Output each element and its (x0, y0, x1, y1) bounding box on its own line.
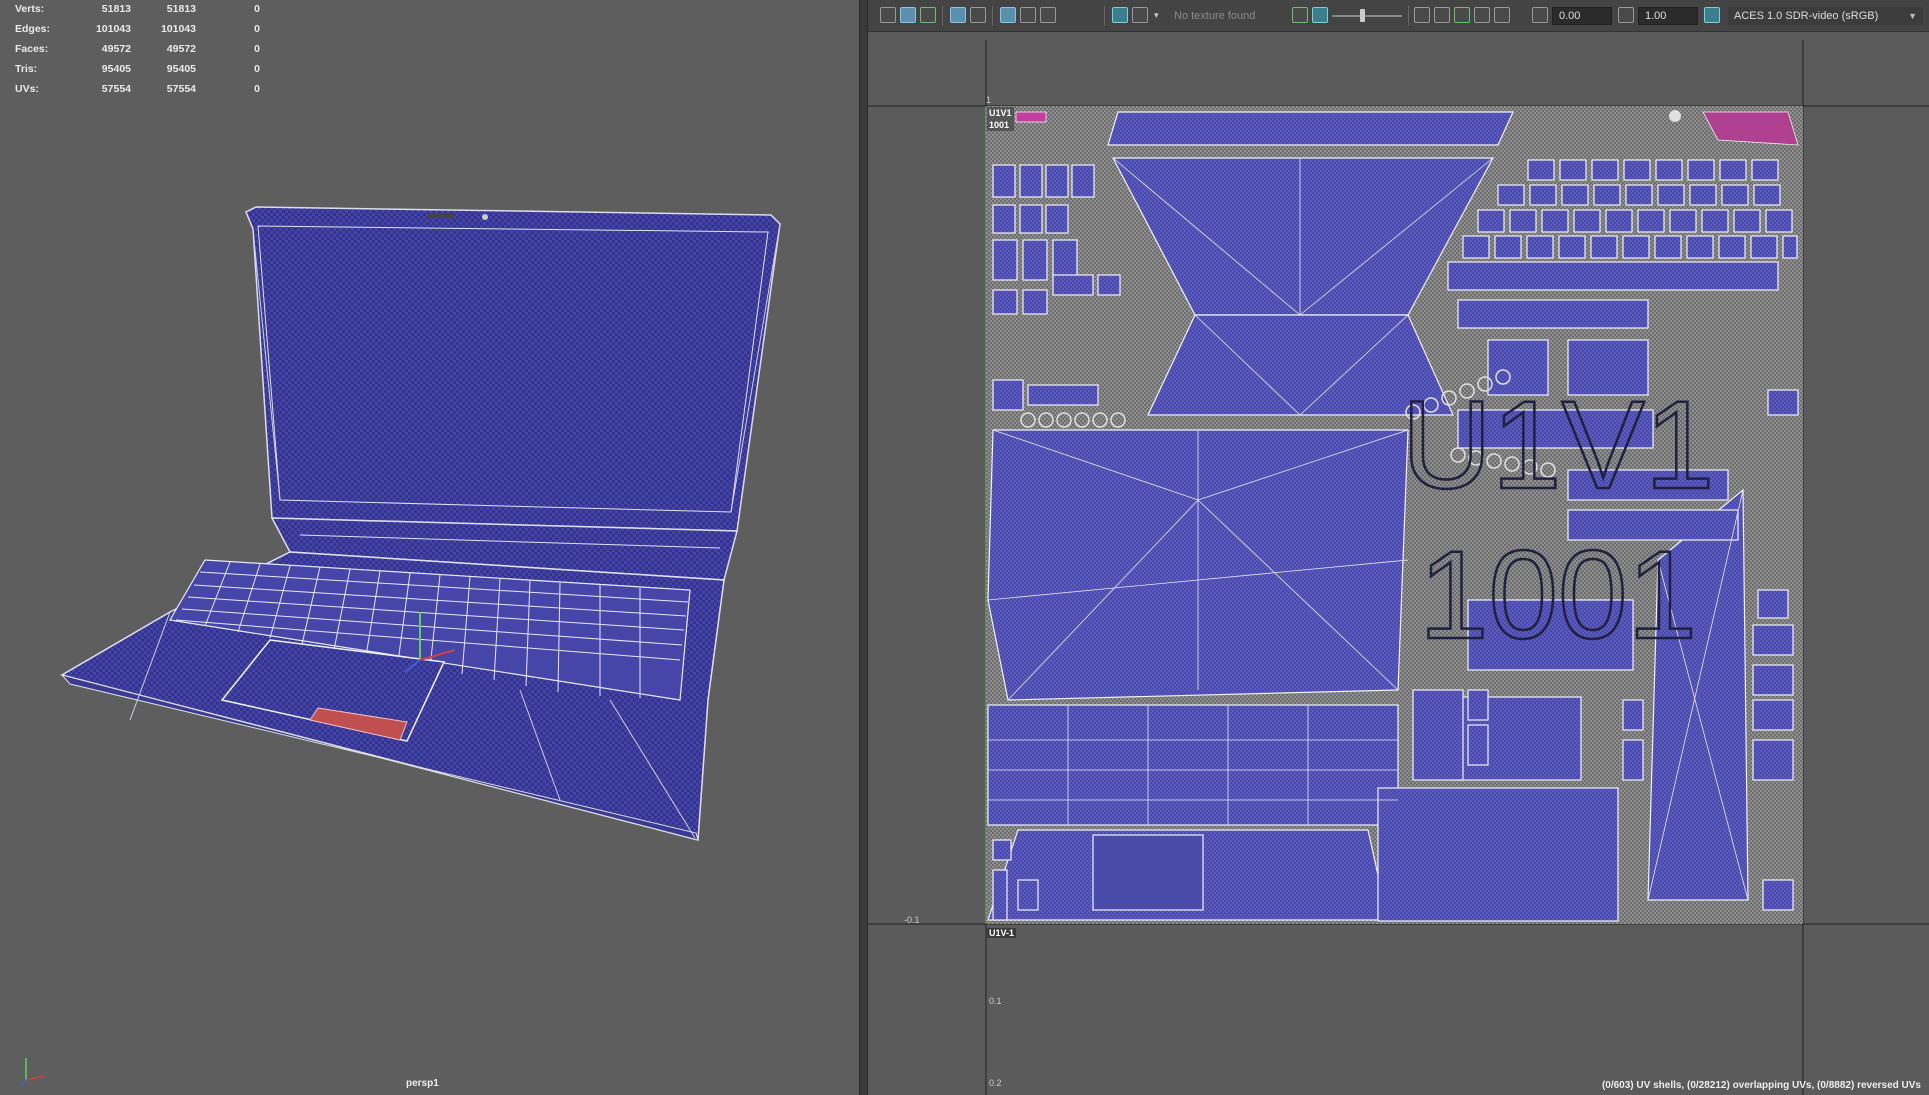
tile-label-negative: U1V-1 (987, 928, 1017, 938)
uv-shell-circle (1669, 110, 1681, 122)
axis-tick-corner: -0.1 (904, 915, 920, 925)
camera-name-label: persp1 (406, 1078, 439, 1089)
tile-label: U1V1 1001 (987, 107, 1014, 131)
uv-shell-magenta (1015, 111, 1047, 123)
webcam-icon (428, 213, 454, 218)
uv-editor-panel[interactable]: ▾ No texture found 0.00 1.00 ACES 1.0 SD… (868, 0, 1929, 1095)
perspective-viewport[interactable]: Verts: 51813 51813 0 Edges: 101043 10104… (0, 0, 859, 1095)
laptop-base[interactable] (60, 551, 725, 841)
webcam-lens-icon (482, 214, 488, 220)
panel-splitter[interactable] (859, 0, 868, 1095)
laptop-lid[interactable] (245, 206, 781, 532)
tile-watermark-line1: U1V1 (1402, 376, 1715, 515)
tile-label-uv: U1V1 (989, 108, 1012, 118)
laptop-wireframe-model[interactable] (0, 0, 859, 1095)
axis-tick-v1: 0.1 (989, 996, 1002, 1006)
view-axis-indicator (19, 1058, 45, 1087)
axis-tick-v2: 0.2 (989, 1078, 1002, 1088)
tile-label-udim: 1001 (989, 120, 1010, 130)
axis-tick-top: 1 (986, 95, 992, 105)
tile-watermark-line2: 1001 (1419, 526, 1697, 665)
uv-status-bar: (0/603) UV shells, (0/28212) overlapping… (1601, 1080, 1921, 1091)
uv-layout-canvas[interactable]: U1V1 1001 (868, 0, 1929, 1095)
